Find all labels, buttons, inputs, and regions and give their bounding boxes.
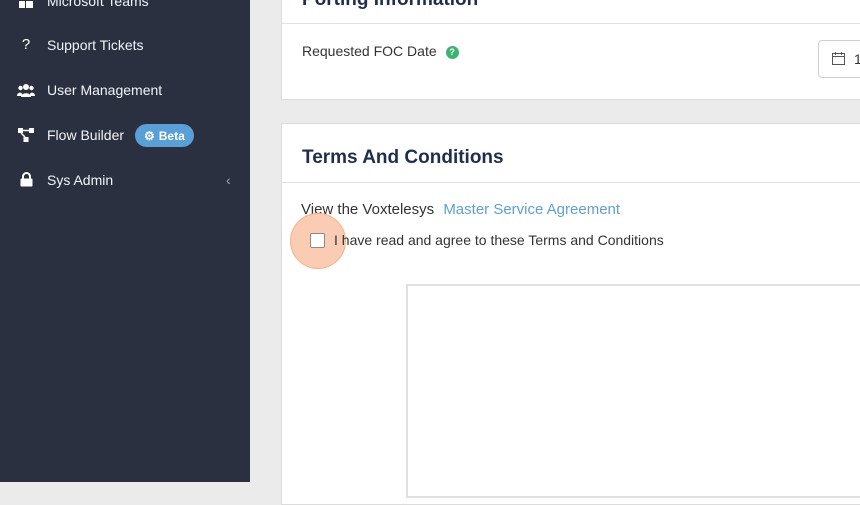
sidebar-item-label: Microsoft Teams (47, 0, 149, 9)
sidebar: Microsoft Teams ? Support Tickets User M… (0, 0, 250, 482)
beta-badge-label: Beta (158, 128, 185, 143)
gear-icon: ⚙ (144, 128, 155, 143)
help-icon[interactable]: ? (445, 45, 459, 59)
users-icon (17, 81, 35, 99)
sidebar-item-sys-admin[interactable]: Sys Admin ‹ (0, 157, 250, 202)
porting-information-card: Porting Information Requested FOC Date? (281, 0, 860, 100)
agree-checkbox[interactable] (310, 233, 325, 248)
msa-link[interactable]: Master Service Agreement (443, 201, 620, 218)
terms-text-area[interactable] (406, 284, 860, 498)
sidebar-item-support-tickets[interactable]: ? Support Tickets (0, 22, 250, 67)
foc-date-label-text: Requested FOC Date (302, 43, 437, 59)
sidebar-item-flow-builder[interactable]: Flow Builder ⚙ Beta (0, 112, 250, 157)
foc-date-label: Requested FOC Date? (302, 43, 459, 59)
flow-icon (17, 126, 35, 144)
porting-title: Porting Information (302, 0, 478, 11)
sidebar-item-user-management[interactable]: User Management (0, 67, 250, 112)
sidebar-item-label: User Management (47, 81, 163, 98)
calendar-icon (832, 52, 845, 68)
sidebar-item-label: Flow Builder (47, 126, 125, 143)
msa-line: View the Voxtelesys Master Service Agree… (301, 201, 620, 218)
sidebar-item-microsoft-teams[interactable]: Microsoft Teams (0, 0, 250, 23)
divider (282, 23, 860, 24)
agree-label[interactable]: I have read and agree to these Terms and… (334, 232, 664, 248)
sidebar-item-label: Sys Admin (47, 171, 114, 188)
foc-date-input[interactable]: 1 (818, 40, 860, 78)
lock-icon (17, 171, 35, 189)
beta-badge: ⚙ Beta (135, 124, 194, 147)
windows-icon (17, 0, 35, 10)
sidebar-item-label: Support Tickets (47, 36, 144, 53)
terms-title: Terms And Conditions (302, 147, 504, 168)
divider (282, 182, 860, 183)
foc-date-value: 1 (854, 51, 860, 67)
question-icon: ? (21, 36, 31, 53)
chevron-left-icon[interactable]: ‹ (226, 172, 231, 188)
